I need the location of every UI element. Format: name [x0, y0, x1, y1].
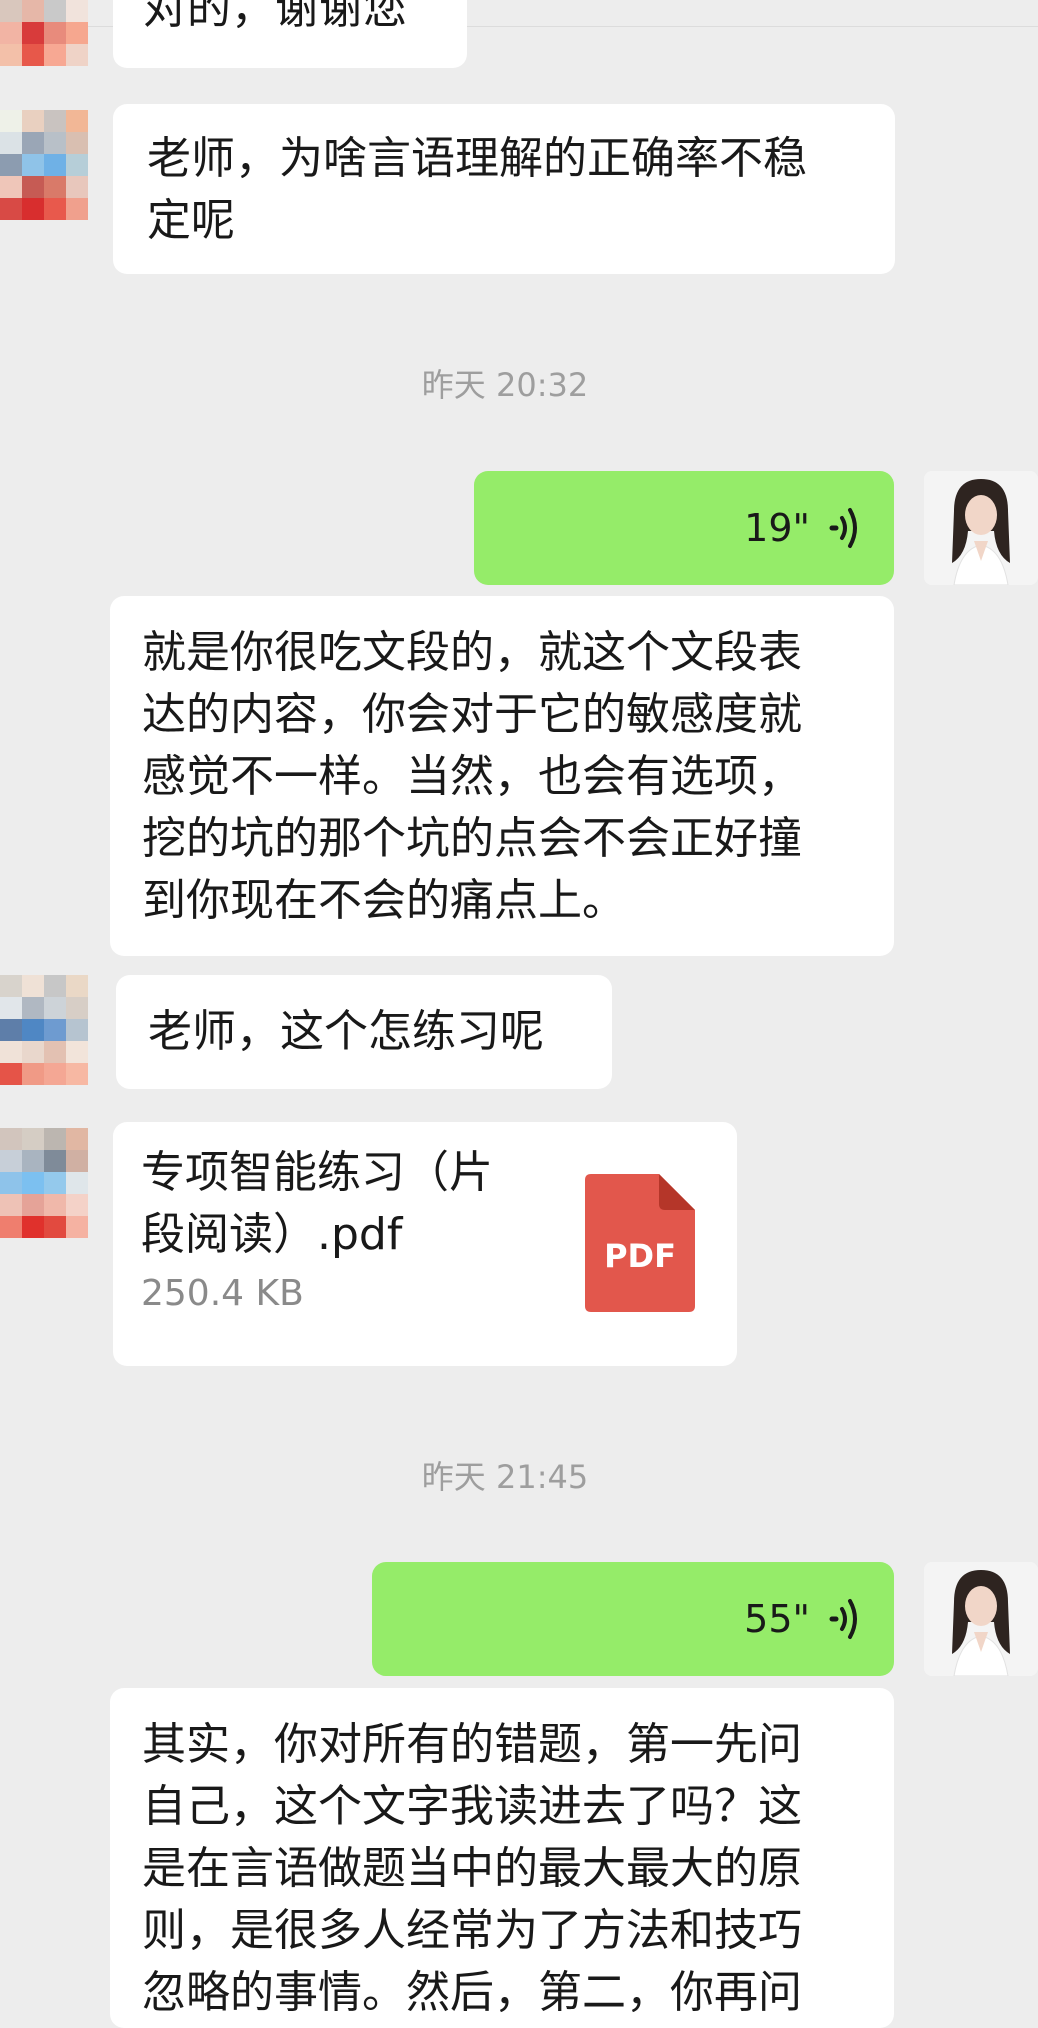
file-message-card[interactable]: 专项智能练习（片 段阅读）.pdf 250.4 KB PDF [113, 1122, 737, 1366]
message-bubble[interactable]: 就是你很吃文段的，就这个文段表 达的内容，你会对于它的敏感度就 感觉不一样。当然… [110, 596, 894, 956]
user-avatar[interactable] [0, 975, 88, 1093]
teacher-avatar[interactable] [924, 1562, 1038, 1676]
teacher-avatar[interactable] [924, 471, 1038, 585]
message-bubble[interactable]: 其实，你对所有的错题，第一先问 自己，这个文字我读进去了吗？这 是在言语做题当中… [110, 1688, 894, 2028]
message-line: 达的内容，你会对于它的敏感度就 [142, 689, 802, 740]
message-line: 就是你很吃文段的，就这个文段表 [142, 627, 802, 678]
voice-duration: 55" [744, 1597, 810, 1641]
message-line: 则，是很多人经常为了方法和技巧 [142, 1905, 802, 1956]
message-line: 到你现在不会的痛点上。 [142, 875, 626, 926]
message-line: 感觉不一样。当然，也会有选项， [142, 751, 802, 802]
message-line: 老师，为啥言语理解的正确率不稳 [147, 133, 807, 184]
message-text: 对的，谢谢您 [143, 0, 407, 34]
timestamp: 昨天 20:32 [421, 366, 589, 404]
message-line: 其实，你对所有的错题，第一先问 [142, 1719, 802, 1770]
message-text: 老师，这个怎练习呢 [148, 1006, 544, 1057]
pdf-file-icon: PDF [585, 1174, 695, 1312]
voice-duration: 19" [744, 506, 810, 550]
message-line: 忽略的事情。然后，第二，你再问 [142, 1967, 802, 2018]
user-avatar[interactable] [0, 1128, 88, 1246]
message-line: 是在言语做题当中的最大最大的原 [142, 1843, 802, 1894]
message-bubble[interactable]: 对的，谢谢您 [113, 0, 467, 68]
message-bubble[interactable]: 老师，这个怎练习呢 [116, 975, 612, 1089]
message-line: 定呢 [147, 195, 235, 246]
timestamp: 昨天 21:45 [421, 1458, 589, 1496]
voice-message-bubble[interactable]: 19" [474, 471, 894, 585]
voice-wave-icon [829, 1599, 857, 1639]
message-line: 自己，这个文字我读进去了吗？这 [142, 1781, 802, 1832]
message-line: 挖的坑的那个坑的点会不会正好撞 [142, 813, 802, 864]
user-avatar[interactable] [0, 0, 88, 70]
pdf-label: PDF [604, 1237, 676, 1275]
voice-message-bubble[interactable]: 55" [372, 1562, 894, 1676]
message-bubble[interactable]: 老师，为啥言语理解的正确率不稳 定呢 [113, 104, 895, 274]
voice-wave-icon [829, 508, 857, 548]
user-avatar[interactable] [0, 110, 88, 224]
